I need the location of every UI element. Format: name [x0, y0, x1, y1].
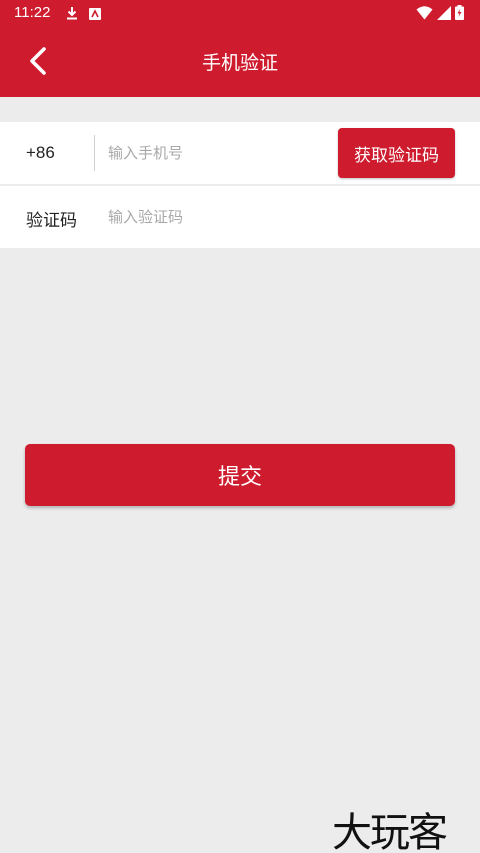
watermark-logo: 大玩客	[332, 810, 448, 853]
app-header: 11:22 手机验证	[0, 0, 480, 97]
submit-button[interactable]: 提交	[25, 444, 455, 506]
prefix-divider	[94, 135, 95, 171]
status-bar: 11:22	[0, 0, 480, 26]
code-label: 验证码	[26, 211, 77, 231]
verification-code-input[interactable]	[108, 200, 448, 234]
country-code-prefix[interactable]: +86	[26, 143, 55, 163]
wifi-icon	[416, 5, 433, 24]
page-title: 手机验证	[201, 52, 278, 74]
battery-icon	[455, 5, 464, 24]
phone-row: +86 获取验证码	[0, 122, 480, 184]
status-time: 11:22	[14, 4, 51, 21]
download-icon	[66, 5, 78, 24]
phone-input[interactable]	[108, 136, 328, 170]
code-row: 验证码	[0, 186, 480, 248]
app-notification-icon	[89, 5, 101, 24]
signal-icon	[437, 5, 451, 24]
get-code-button[interactable]: 获取验证码	[338, 128, 455, 178]
